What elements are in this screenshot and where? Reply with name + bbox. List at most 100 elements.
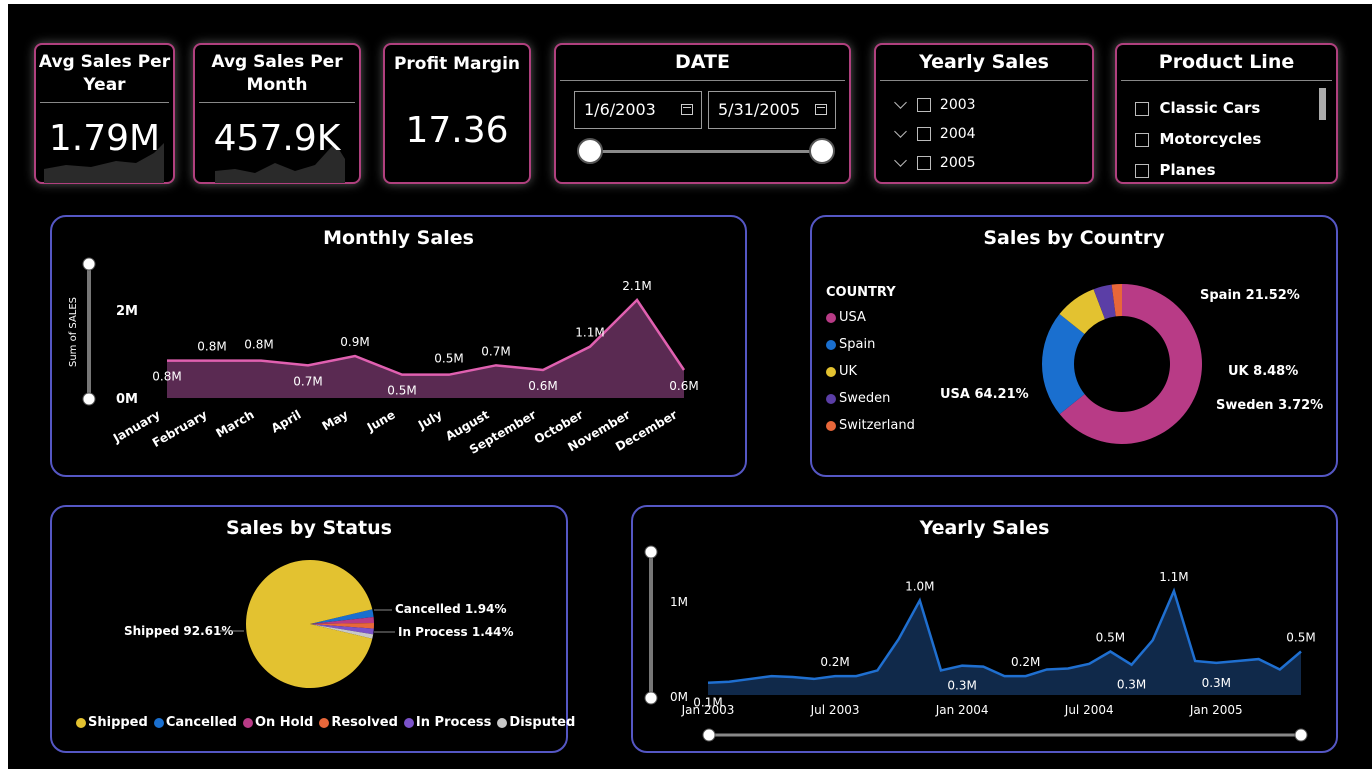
- monthly-sales-panel: Monthly Sales Sum of SALES 2M 0M 0.8M Januar…: [50, 215, 747, 477]
- x-tick-label: Jan 2005: [1189, 703, 1243, 717]
- year-label: 2004: [939, 126, 976, 142]
- start-date-value: 1/6/2003: [584, 100, 656, 119]
- data-label: Sweden 3.72%: [1216, 398, 1323, 413]
- slicer-title: Product Line: [1158, 51, 1295, 73]
- product-item[interactable]: Planes: [1135, 155, 1261, 186]
- x-range-end-handle: [1294, 728, 1308, 742]
- legend-item[interactable]: Cancelled: [153, 715, 237, 730]
- x-tick-label: March: [213, 407, 256, 440]
- chevron-down-icon[interactable]: [894, 153, 907, 167]
- product-item[interactable]: Motorcycles: [1135, 124, 1261, 155]
- year-item[interactable]: 2005: [894, 149, 976, 178]
- data-label: 0.8M: [152, 370, 181, 384]
- kpi-value: 17.36: [405, 110, 509, 151]
- legend-label: On Hold: [254, 715, 314, 730]
- product-label: Motorcycles: [1159, 130, 1262, 148]
- date-range-start-handle[interactable]: [577, 138, 603, 164]
- kpi-title: Avg Sales Per Month: [195, 51, 359, 97]
- data-label: 1.1M: [1159, 570, 1188, 584]
- chevron-down-icon[interactable]: [894, 124, 907, 138]
- x-tick-label: Jan 2004: [935, 703, 989, 717]
- calendar-icon[interactable]: [815, 104, 827, 115]
- checkbox[interactable]: [917, 98, 931, 112]
- sales-by-status-panel: Sales by Status Shipped 92.61% Cancelled …: [50, 505, 575, 753]
- slicer-divider: [560, 80, 845, 81]
- scrollbar-thumb[interactable]: [1319, 88, 1326, 120]
- legend-swatch: [319, 717, 330, 728]
- kpi-title-line2: Month: [246, 75, 308, 95]
- slicer-divider: [1121, 80, 1332, 81]
- kpi-value: 457.9K: [213, 118, 341, 159]
- legend-item[interactable]: Shipped: [76, 715, 148, 730]
- data-label: 0.5M: [1286, 631, 1315, 645]
- legend-swatch: [76, 717, 86, 728]
- data-label: 0.7M: [481, 344, 510, 358]
- x-tick-label: April: [269, 407, 304, 435]
- start-date-input[interactable]: 1/6/2003: [574, 91, 702, 129]
- yearly-sales-panel: Yearly Sales 1M 0M 0.1M 0.2M 1.0M 0.3M 0.2M 0.5…: [631, 505, 1338, 753]
- legend-label: Shipped: [88, 715, 148, 730]
- legend-item[interactable]: Resolved: [319, 715, 398, 730]
- data-label: 0.2M: [820, 655, 849, 669]
- data-label: In Process 1.44%: [398, 625, 514, 639]
- y-axis-label: Sum of SALES: [68, 297, 79, 367]
- legend-item[interactable]: On Hold: [242, 715, 314, 730]
- data-label: 0.6M: [528, 379, 557, 393]
- end-date-input[interactable]: 5/31/2005: [708, 91, 836, 129]
- yearly-sales-slicer: Yearly Sales 2003 2004 2005: [874, 43, 1094, 184]
- data-label: 2.1M: [622, 279, 651, 293]
- x-tick-label: May: [320, 407, 351, 433]
- legend-item[interactable]: In Process: [403, 715, 491, 730]
- date-range-track[interactable]: [590, 150, 822, 153]
- data-label: 0.7M: [293, 374, 322, 388]
- product-item[interactable]: Classic Cars: [1135, 93, 1261, 124]
- y-tick-label: 1M: [670, 595, 688, 609]
- legend-swatch: [153, 717, 164, 728]
- x-tick-label: Jul 2003: [810, 703, 860, 717]
- checkbox[interactable]: [1135, 132, 1149, 147]
- status-legend: Shipped Cancelled On Hold Resolved In Proces…: [76, 715, 581, 730]
- data-label: USA 64.21%: [940, 387, 1029, 402]
- legend-swatch: [497, 717, 508, 728]
- kpi-avg-sales-year: Avg Sales Per Year 1.79M: [34, 43, 175, 184]
- year-list: 2003 2004 2005: [894, 91, 976, 178]
- checkbox[interactable]: [917, 156, 931, 170]
- checkbox[interactable]: [1135, 101, 1149, 116]
- checkbox[interactable]: [1135, 163, 1149, 178]
- y-range-top-handle: [644, 545, 658, 559]
- y-range-bottom-handle: [644, 691, 658, 705]
- data-label: Shipped 92.61%: [124, 624, 233, 638]
- kpi-avg-sales-month: Avg Sales Per Month 457.9K: [193, 43, 361, 184]
- x-range-start-handle: [702, 728, 716, 742]
- slicer-divider: [880, 80, 1088, 81]
- kpi-title: Profit Margin: [393, 54, 521, 74]
- legend-item[interactable]: Disputed: [497, 715, 575, 730]
- product-label: Classic Cars: [1159, 99, 1261, 117]
- calendar-icon[interactable]: [681, 104, 693, 115]
- data-label: Cancelled 1.94%: [395, 602, 506, 616]
- legend-label: Cancelled: [165, 715, 237, 730]
- year-item[interactable]: 2003: [894, 91, 976, 120]
- x-tick-label: June: [364, 407, 398, 434]
- data-label: 0.5M: [1096, 631, 1125, 645]
- x-tick-label: Jan 2003: [681, 703, 735, 717]
- yearly-sales-chart: 1M0M 0.1M0.2M1.0M0.3M0.2M0.5M0.3M1.1M0.3M…: [644, 545, 1316, 742]
- kpi-title-line2: Year: [83, 75, 126, 95]
- data-label: 0.6M: [669, 379, 698, 393]
- data-label: 1.0M: [905, 579, 934, 593]
- date-range-end-handle[interactable]: [809, 138, 835, 164]
- data-label: Spain 21.52%: [1200, 288, 1300, 303]
- year-item[interactable]: 2004: [894, 120, 976, 149]
- sales-by-country-panel: Sales by Country COUNTRY USA Spain UK Swede…: [810, 215, 1338, 477]
- checkbox[interactable]: [917, 127, 931, 141]
- data-label: 0.8M: [244, 338, 273, 352]
- dashboard-canvas: Avg Sales Per Year 1.79M Avg Sales Per M…: [8, 4, 1372, 769]
- data-label: 0.3M: [1202, 676, 1231, 690]
- slicer-title: DATE: [675, 51, 730, 73]
- legend-swatch: [242, 717, 253, 728]
- data-label: 0.5M: [387, 384, 416, 398]
- sales-by-country-chart: USA 64.21% Spain 21.52% UK 8.48% Sweden 3.7…: [940, 284, 1323, 444]
- kpi-value: 1.79M: [48, 118, 161, 159]
- y-range-top-handle: [82, 257, 96, 271]
- chevron-down-icon[interactable]: [894, 95, 907, 109]
